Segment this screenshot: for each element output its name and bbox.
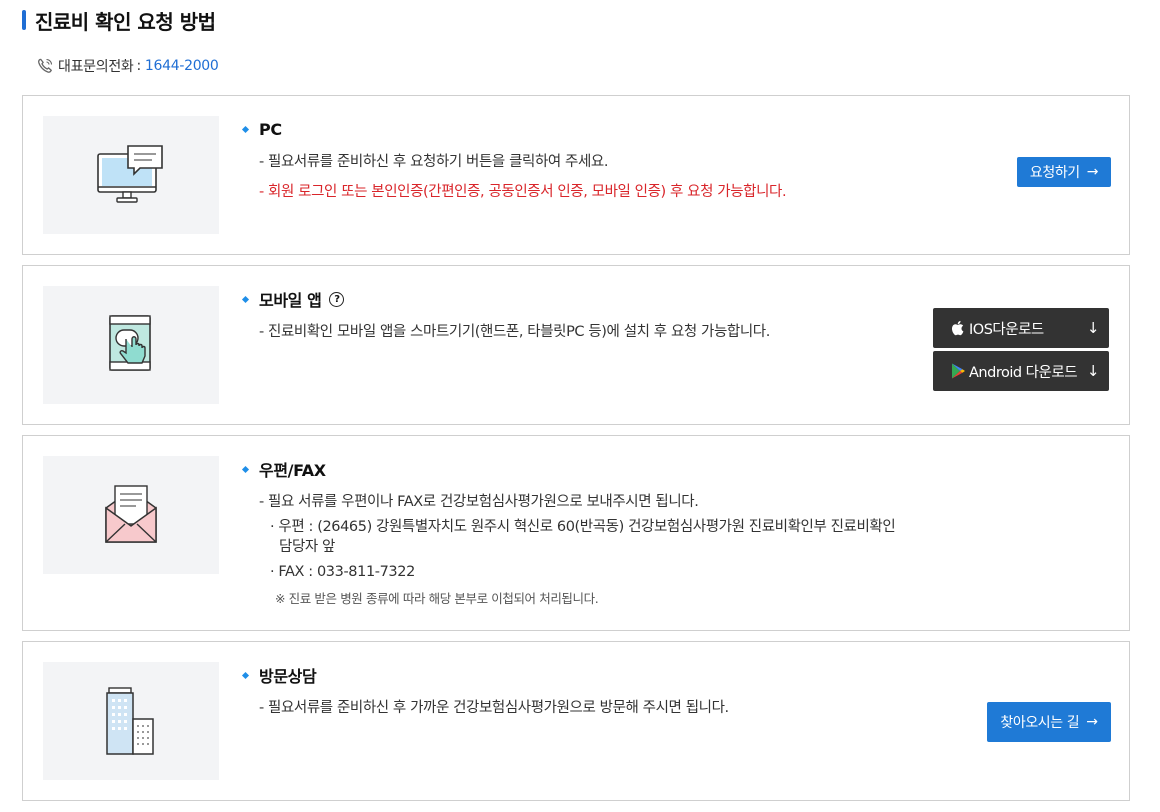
- ios-download-label: IOS다운로드: [969, 321, 1044, 338]
- mobile-thumbnail: [43, 286, 219, 404]
- pc-line-1: - 필요서류를 준비하신 후 요청하기 버튼을 클릭하여 주세요.: [259, 154, 609, 170]
- fax-line: · FAX : 033-811-7322: [270, 564, 415, 580]
- mail-heading: 우편/FAX: [241, 458, 943, 480]
- mobile-line-1: - 진료비확인 모바일 앱을 스마트기기(핸드폰, 타블릿PC 등)에 설치 후…: [259, 324, 770, 340]
- monitor-chat-icon: [97, 145, 163, 203]
- mail-line-1: - 필요 서류를 우편이나 FAX로 건강보험심사평가원으로 보내주시면 됩니다…: [259, 494, 699, 510]
- ios-download-button[interactable]: IOS다운로드 ↓: [933, 308, 1109, 348]
- heading-bullet: [241, 125, 250, 133]
- request-button-label: 요청하기: [1029, 165, 1080, 181]
- arrow-right-icon: →: [1086, 714, 1098, 730]
- mail-note: ※ 진료 받은 병원 종류에 따라 해당 본부로 이첩되어 처리됩니다.: [275, 591, 599, 606]
- directions-button[interactable]: 찾아오시는 길 →: [987, 702, 1111, 742]
- visit-heading-text: 방문상담: [259, 667, 317, 686]
- pc-line-2: - 회원 로그인 또는 본인인증(간편인증, 공동인증서 인증, 모바일 인증)…: [259, 184, 787, 200]
- mail-thumbnail: [43, 456, 219, 574]
- phone-info: 대표문의전화 : 1644-2000: [36, 56, 219, 76]
- phone-number[interactable]: 1644-2000: [145, 58, 219, 74]
- envelope-icon: [105, 485, 157, 543]
- android-download-button[interactable]: Android 다운로드 ↓: [933, 351, 1109, 391]
- download-arrow-icon: ↓: [1086, 319, 1100, 337]
- heading-bullet: [241, 671, 250, 679]
- page-title-block: 진료비 확인 요청 방법: [22, 4, 216, 36]
- directions-button-label: 찾아오시는 길: [1000, 715, 1080, 731]
- request-button[interactable]: 요청하기 →: [1017, 157, 1111, 187]
- phone-colon: :: [136, 58, 141, 74]
- mobile-content: 모바일 앱 ? - 진료비확인 모바일 앱을 스마트기기(핸드폰, 타블릿PC …: [241, 288, 943, 342]
- visit-card: 방문상담 - 필요서류를 준비하신 후 가까운 건강보험심사평가원으로 방문해 …: [22, 641, 1130, 801]
- building-icon: [106, 687, 154, 755]
- phone-icon: [36, 57, 54, 75]
- pc-card: PC - 필요서류를 준비하신 후 요청하기 버튼을 클릭하여 주세요. - 회…: [22, 95, 1130, 255]
- arrow-right-icon: →: [1086, 164, 1099, 180]
- help-icon[interactable]: ?: [329, 291, 345, 307]
- mobile-heading: 모바일 앱 ?: [241, 288, 943, 310]
- mobile-card: 모바일 앱 ? - 진료비확인 모바일 앱을 스마트기기(핸드폰, 타블릿PC …: [22, 265, 1130, 425]
- mail-content: 우편/FAX - 필요 서류를 우편이나 FAX로 건강보험심사평가원으로 보내…: [241, 458, 943, 607]
- download-arrow-icon: ↓: [1086, 362, 1100, 380]
- pc-content: PC - 필요서류를 준비하신 후 요청하기 버튼을 클릭하여 주세요. - 회…: [241, 118, 943, 202]
- pc-heading: PC: [241, 118, 943, 140]
- title-accent-bar: [22, 10, 26, 30]
- pc-heading-text: PC: [259, 119, 282, 139]
- pc-thumbnail: [43, 116, 219, 234]
- visit-thumbnail: [43, 662, 219, 780]
- heading-bullet: [241, 295, 250, 303]
- phone-label: 대표문의전화: [58, 59, 134, 75]
- heading-bullet: [241, 465, 250, 473]
- visit-content: 방문상담 - 필요서류를 준비하신 후 가까운 건강보험심사평가원으로 방문해 …: [241, 664, 943, 718]
- mail-heading-text: 우편/FAX: [259, 461, 326, 480]
- play-store-icon: [949, 362, 967, 380]
- mail-card: 우편/FAX - 필요 서류를 우편이나 FAX로 건강보험심사평가원으로 보내…: [22, 435, 1130, 631]
- visit-heading: 방문상담: [241, 664, 943, 686]
- mail-address-line-1: · 우편 : (26465) 강원특별자치도 원주시 혁신로 60(반곡동) 건…: [270, 519, 896, 535]
- android-download-label: Android 다운로드: [969, 364, 1078, 381]
- mail-address: · 우편 : (26465) 강원특별자치도 원주시 혁신로 60(반곡동) 건…: [243, 517, 943, 557]
- mobile-heading-text: 모바일 앱: [259, 291, 322, 310]
- tablet-touch-icon: [109, 315, 151, 371]
- page-title: 진료비 확인 요청 방법: [35, 9, 216, 34]
- mail-address-line-2: 담당자 앞: [279, 539, 335, 555]
- apple-icon: [949, 319, 967, 337]
- visit-line-1: - 필요서류를 준비하신 후 가까운 건강보험심사평가원으로 방문해 주시면 됩…: [259, 700, 729, 716]
